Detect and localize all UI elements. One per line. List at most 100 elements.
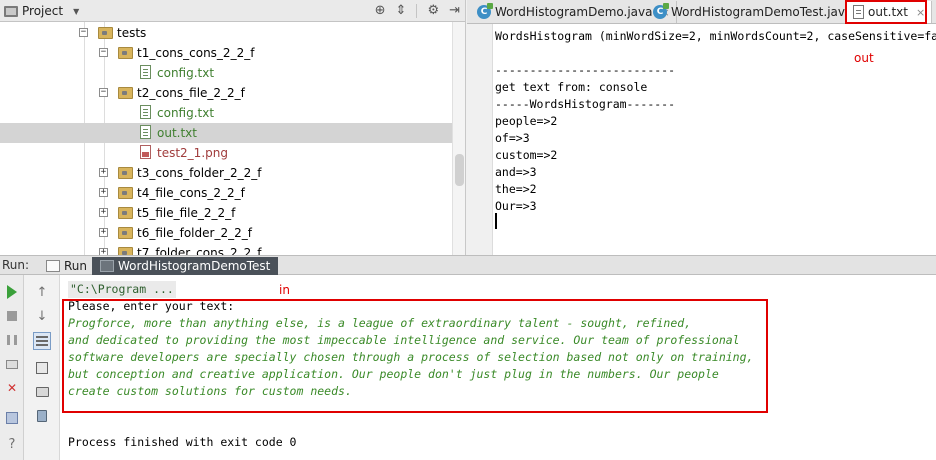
project-panel: Project ▼ ⊕ ⇕ ⚙ ⇥ − tests − t1_cons_cons… [0,0,466,255]
image-file-icon [140,145,151,159]
scroll-end-icon [36,362,48,374]
toolbar-divider [416,3,418,18]
annotation-label-in: in [279,283,290,297]
soft-wrap-icon [36,336,48,346]
folder-icon [118,87,133,99]
tree-item-t6-file-folder[interactable]: + t6_file_folder_2_2_f [0,223,452,243]
pause-button[interactable] [3,331,21,349]
folder-icon [118,47,133,59]
tree-item-out-txt[interactable]: out.txt [0,123,452,143]
tab-run[interactable]: Run [38,257,95,275]
tab-word-histogram-demo-test[interactable]: C WordHistogramDemoTest.java × [647,1,877,23]
folder-icon [118,227,133,239]
play-icon [7,285,17,299]
code-line: people=>2 [495,114,558,128]
text-file-icon [140,125,151,139]
folder-icon [118,167,133,179]
expand-toggle-icon[interactable]: + [99,188,108,197]
console-exit-message: Process finished with exit code 0 [68,435,297,449]
tree-item-t2-cons-file[interactable]: − t2_cons_file_2_2_f [0,83,452,103]
tree-item-label: test2_1.png [157,146,228,160]
help-button[interactable]: ? [3,435,21,453]
expand-toggle-icon[interactable]: + [99,248,108,255]
clear-all-button[interactable] [33,407,51,425]
pause-icon [7,335,17,345]
scrollbar-thumb[interactable] [455,154,464,186]
expand-toggle-icon[interactable]: + [99,228,108,237]
stop-icon [7,311,17,321]
layout-button[interactable] [3,409,21,427]
expand-toggle-icon[interactable]: + [99,208,108,217]
tab-word-histogram-demo[interactable]: C WordHistogramDemo.java × [471,1,677,23]
collapse-toggle-icon[interactable]: − [99,88,108,97]
project-tree: − tests − t1_cons_cons_2_2_f config.txt … [0,22,452,255]
tree-item-t4-file-cons[interactable]: + t4_file_cons_2_2_f [0,183,452,203]
annotation-highlight-box [845,0,927,24]
tab-label: WordHistogramDemo.java [495,5,653,19]
text-caret [495,213,497,229]
run-console-icon [46,260,60,272]
code-line: WordsHistogram (minWordSize=2, minWordsC… [495,29,936,43]
tree-scrollbar[interactable] [452,22,465,255]
folder-icon [118,247,133,255]
text-file-icon [140,105,151,119]
tree-item-t1-cons-cons[interactable]: − t1_cons_cons_2_2_f [0,43,452,63]
code-line: -----WordsHistogram------- [495,97,676,111]
locate-icon[interactable]: ⊕ [375,3,386,18]
tree-item-config-txt[interactable]: config.txt [0,103,452,123]
tree-item-label: t2_cons_file_2_2_f [137,86,245,100]
arrow-down-icon: ↓ [36,308,48,324]
tree-item-test2-png[interactable]: test2_1.png [0,143,452,163]
tree-item-config-txt[interactable]: config.txt [0,63,452,83]
expand-toggle-icon[interactable]: + [99,168,108,177]
gear-icon[interactable]: ⚙ [427,3,439,18]
run-console-icon [100,260,114,272]
java-class-icon: C [653,3,669,19]
console-tool-column: ↑ ↓ [24,275,60,460]
collapse-toggle-icon[interactable]: − [99,48,108,57]
annotation-highlight-box [62,299,768,413]
tab-label: WordHistogramDemoTest [118,259,271,273]
tree-item-label: t5_file_file_2_2_f [137,206,236,220]
project-title: Project [22,4,64,18]
tree-item-label: config.txt [157,66,215,80]
console-command-line: "C:\Program ... [68,281,928,298]
project-toolbar-icons: ⊕ ⇕ ⚙ ⇥ [375,3,460,18]
collapse-toggle-icon[interactable]: − [79,28,88,37]
scroll-to-end-button[interactable] [33,359,51,377]
tree-item-t7-folder-cons[interactable]: + t7_folder_cons_2_2_f [0,243,452,255]
tree-item-t5-file-file[interactable]: + t5_file_file_2_2_f [0,203,452,223]
run-tool-column: ✕ ? [0,275,24,460]
editor-gutter [467,24,493,255]
dump-threads-button[interactable] [3,355,21,373]
hide-panel-icon[interactable]: ⇥ [449,3,460,18]
command-collapsed[interactable]: "C:\Program ... [68,281,176,298]
project-toolbar: Project ▼ ⊕ ⇕ ⚙ ⇥ [0,0,465,22]
tree-item-t3-cons-folder[interactable]: + t3_cons_folder_2_2_f [0,163,452,183]
project-view-selector[interactable]: Project ▼ [4,3,79,19]
text-file-icon [140,65,151,79]
stop-button[interactable] [3,307,21,325]
folder-icon [118,187,133,199]
exit-button[interactable]: ✕ [3,379,21,397]
tree-item-tests[interactable]: − tests [0,23,452,43]
tab-word-histogram-demo-test-run[interactable]: WordHistogramDemoTest [92,257,279,275]
tree-item-label: tests [117,26,147,40]
scroll-down-button[interactable]: ↓ [33,307,51,325]
soft-wrap-button[interactable] [33,332,51,350]
code-line: of=>3 [495,131,530,145]
tree-item-label: t6_file_folder_2_2_f [137,226,252,240]
tab-label: Run [64,259,88,273]
arrow-up-icon: ↑ [36,284,48,300]
print-button[interactable] [33,383,51,401]
run-label: Run: [2,258,30,272]
code-line: get text from: console [495,80,648,94]
camera-icon [6,359,18,369]
rerun-button[interactable] [3,283,21,301]
tree-item-label: t7_folder_cons_2_2_f [137,246,262,255]
editor-panel: C WordHistogramDemo.java × C WordHistogr… [467,0,936,255]
collapse-all-icon[interactable]: ⇕ [396,3,407,18]
scroll-up-button[interactable]: ↑ [33,283,51,301]
project-folder-icon [4,5,18,17]
folder-icon [98,27,113,39]
